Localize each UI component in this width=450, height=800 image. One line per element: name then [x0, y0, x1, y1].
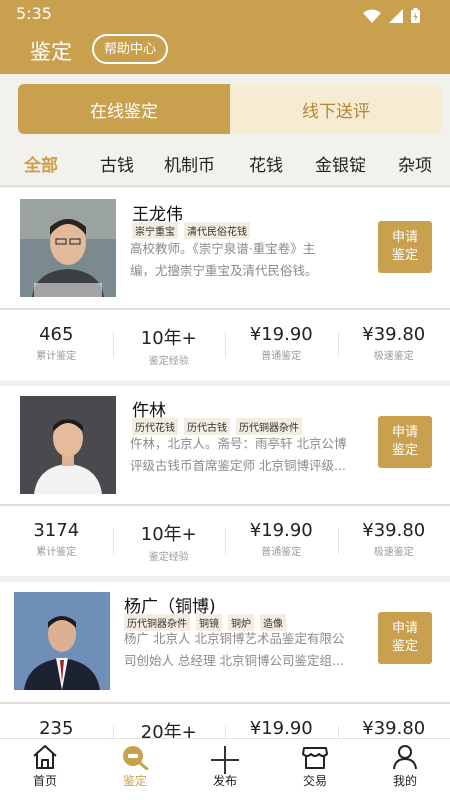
stat-value: ¥39.80: [362, 718, 426, 739]
stat-value: 465: [39, 324, 74, 345]
shop-icon: [302, 747, 328, 769]
app-header: 5:35 鉴定 帮助中心: [0, 0, 450, 74]
apply-appraisal-button[interactable]: 申请 鉴定: [378, 221, 432, 273]
stat-value: ¥19.90: [249, 324, 313, 345]
stat-label: 普通鉴定: [261, 351, 302, 362]
nav-label: 发布: [212, 774, 237, 788]
apply-label-line: 申请: [391, 621, 418, 636]
nav-label: 我的: [392, 774, 417, 788]
category-tab-all[interactable]: 全部: [24, 151, 58, 176]
status-icons: [363, 8, 420, 23]
bottom-navigation: 首页 鉴定 发布 交易 我的: [0, 738, 450, 800]
stat-express-price: ¥39.80 极速鉴定: [337, 310, 450, 380]
person-icon: [393, 745, 417, 770]
category-tabs: 全部 古钱 机制币 花钱 金银锭 杂项: [0, 142, 450, 184]
expert-card[interactable]: 仵林 历代花钱 历代古钱 历代铜器杂件 仵林，北京人。斋号：雨亭轩 北京公博 评…: [0, 386, 450, 504]
expert-photo: [14, 592, 110, 690]
page-title: 鉴定: [30, 40, 72, 64]
expert-description-line: 编，尤擅崇宁重宝及清代民俗钱。: [130, 263, 318, 278]
expert-description-line: 评级古钱币首席鉴定师 北京铜博评级...: [130, 458, 346, 473]
nav-label: 首页: [32, 774, 57, 788]
apply-appraisal-button[interactable]: 申请 鉴定: [378, 416, 432, 468]
stat-total-appraisals: 465 累计鉴定: [0, 310, 113, 380]
nav-label: 鉴定: [122, 774, 147, 788]
tab-online-appraisal[interactable]: 在线鉴定: [18, 84, 230, 134]
stat-label: 累计鉴定: [36, 547, 77, 558]
nav-trade[interactable]: 交易: [270, 739, 360, 800]
expert-stats: 465 累计鉴定 10年+ 鉴定经验 ¥19.90 普通鉴定 ¥39.80 极速鉴定: [0, 310, 450, 380]
stat-label: 极速鉴定: [373, 547, 414, 558]
stat-value: ¥39.80: [362, 520, 426, 541]
expert-photo: [20, 199, 116, 297]
apply-label-line: 申请: [391, 230, 418, 245]
category-tab-charm-coins[interactable]: 花钱: [249, 151, 283, 176]
stat-label: 鉴定经验: [148, 356, 189, 367]
stat-value: 10年+: [140, 524, 197, 545]
apply-label-line: 鉴定: [391, 443, 418, 458]
nav-label: 交易: [302, 774, 327, 788]
expert-description-line: 仵林，北京人。斋号：雨亭轩 北京公博: [130, 436, 347, 451]
stat-label: 普通鉴定: [261, 547, 302, 558]
expert-tag: 清代民俗花钱: [184, 222, 250, 239]
stat-value: 3174: [33, 520, 80, 541]
category-tab-gold-silver-ingots[interactable]: 金银锭: [315, 151, 366, 176]
expert-photo: [20, 396, 116, 494]
expert-description-line: 杨广 北京人 北京铜博艺术品鉴定有限公: [124, 631, 345, 646]
home-icon: [33, 745, 57, 769]
category-tab-misc[interactable]: 杂项: [398, 151, 432, 176]
apply-appraisal-button[interactable]: 申请 鉴定: [378, 612, 432, 664]
stat-value: 235: [39, 718, 74, 739]
expert-description-line: 司创始人 总经理 北京铜博公司鉴定组...: [124, 653, 344, 668]
help-center-button[interactable]: 帮助中心: [92, 34, 169, 64]
apply-label-line: 鉴定: [391, 248, 418, 263]
signal-icon: [389, 8, 403, 23]
nav-mine[interactable]: 我的: [360, 739, 450, 800]
status-bar: 5:35: [0, 0, 450, 30]
stat-normal-price: ¥19.90 普通鉴定: [225, 310, 338, 380]
stat-value: ¥19.90: [249, 520, 313, 541]
nav-appraisal[interactable]: 鉴定: [90, 739, 180, 800]
tab-offline-submission[interactable]: 线下送评: [230, 84, 442, 134]
stat-normal-price: ¥19.90 普通鉴定: [225, 506, 338, 576]
stat-total-appraisals: 3174 累计鉴定: [0, 506, 113, 576]
expert-card[interactable]: 杨广（铜博) 历代铜器杂件 铜镜 铜炉 造像 杨广 北京人 北京铜博艺术品鉴定有…: [0, 582, 450, 702]
nav-home[interactable]: 首页: [0, 739, 90, 800]
stat-label: 极速鉴定: [373, 351, 414, 362]
appraisal-icon: [123, 746, 149, 770]
divider: [0, 185, 450, 187]
expert-description: 高校教师。《崇宁泉谱·重宝卷》主 编，尤擅崇宁重宝及清代民俗钱。: [130, 238, 355, 282]
category-tab-ancient-coins[interactable]: 古钱: [100, 151, 134, 176]
expert-description: 仵林，北京人。斋号：雨亭轩 北京公博 评级古钱币首席鉴定师 北京铜博评级...: [130, 433, 370, 477]
expert-description: 杨广 北京人 北京铜博艺术品鉴定有限公 司创始人 总经理 北京铜博公司鉴定组..…: [124, 628, 364, 672]
stat-express-price: ¥39.80 极速鉴定: [337, 506, 450, 576]
stat-value: 10年+: [140, 328, 197, 349]
stat-experience: 10年+ 鉴定经验: [112, 506, 226, 576]
expert-description-line: 高校教师。《崇宁泉谱·重宝卷》主: [130, 241, 316, 256]
nav-publish[interactable]: 发布: [180, 739, 270, 800]
stat-experience: 10年+ 鉴定经验: [112, 310, 226, 380]
status-time: 5:35: [16, 4, 52, 23]
stat-value: ¥39.80: [362, 324, 426, 345]
wifi-icon: [363, 9, 381, 23]
apply-label-line: 鉴定: [391, 639, 418, 654]
expert-stats: 3174 累计鉴定 10年+ 鉴定经验 ¥19.90 普通鉴定 ¥39.80 极速鉴定: [0, 506, 450, 576]
category-tab-machine-coins[interactable]: 机制币: [164, 151, 215, 176]
stat-value: ¥19.90: [249, 718, 313, 739]
expert-tags: 崇宁重宝 清代民俗花钱: [132, 222, 250, 239]
expert-tag: 崇宁重宝: [132, 222, 178, 239]
stat-label: 鉴定经验: [148, 552, 189, 563]
stat-label: 累计鉴定: [36, 351, 77, 362]
battery-icon: [411, 8, 420, 23]
expert-card[interactable]: 王龙伟 崇宁重宝 清代民俗花钱 高校教师。《崇宁泉谱·重宝卷》主 编，尤擅崇宁重…: [0, 188, 450, 308]
appraisal-mode-segment: 在线鉴定 线下送评: [18, 84, 442, 134]
apply-label-line: 申请: [391, 425, 418, 440]
